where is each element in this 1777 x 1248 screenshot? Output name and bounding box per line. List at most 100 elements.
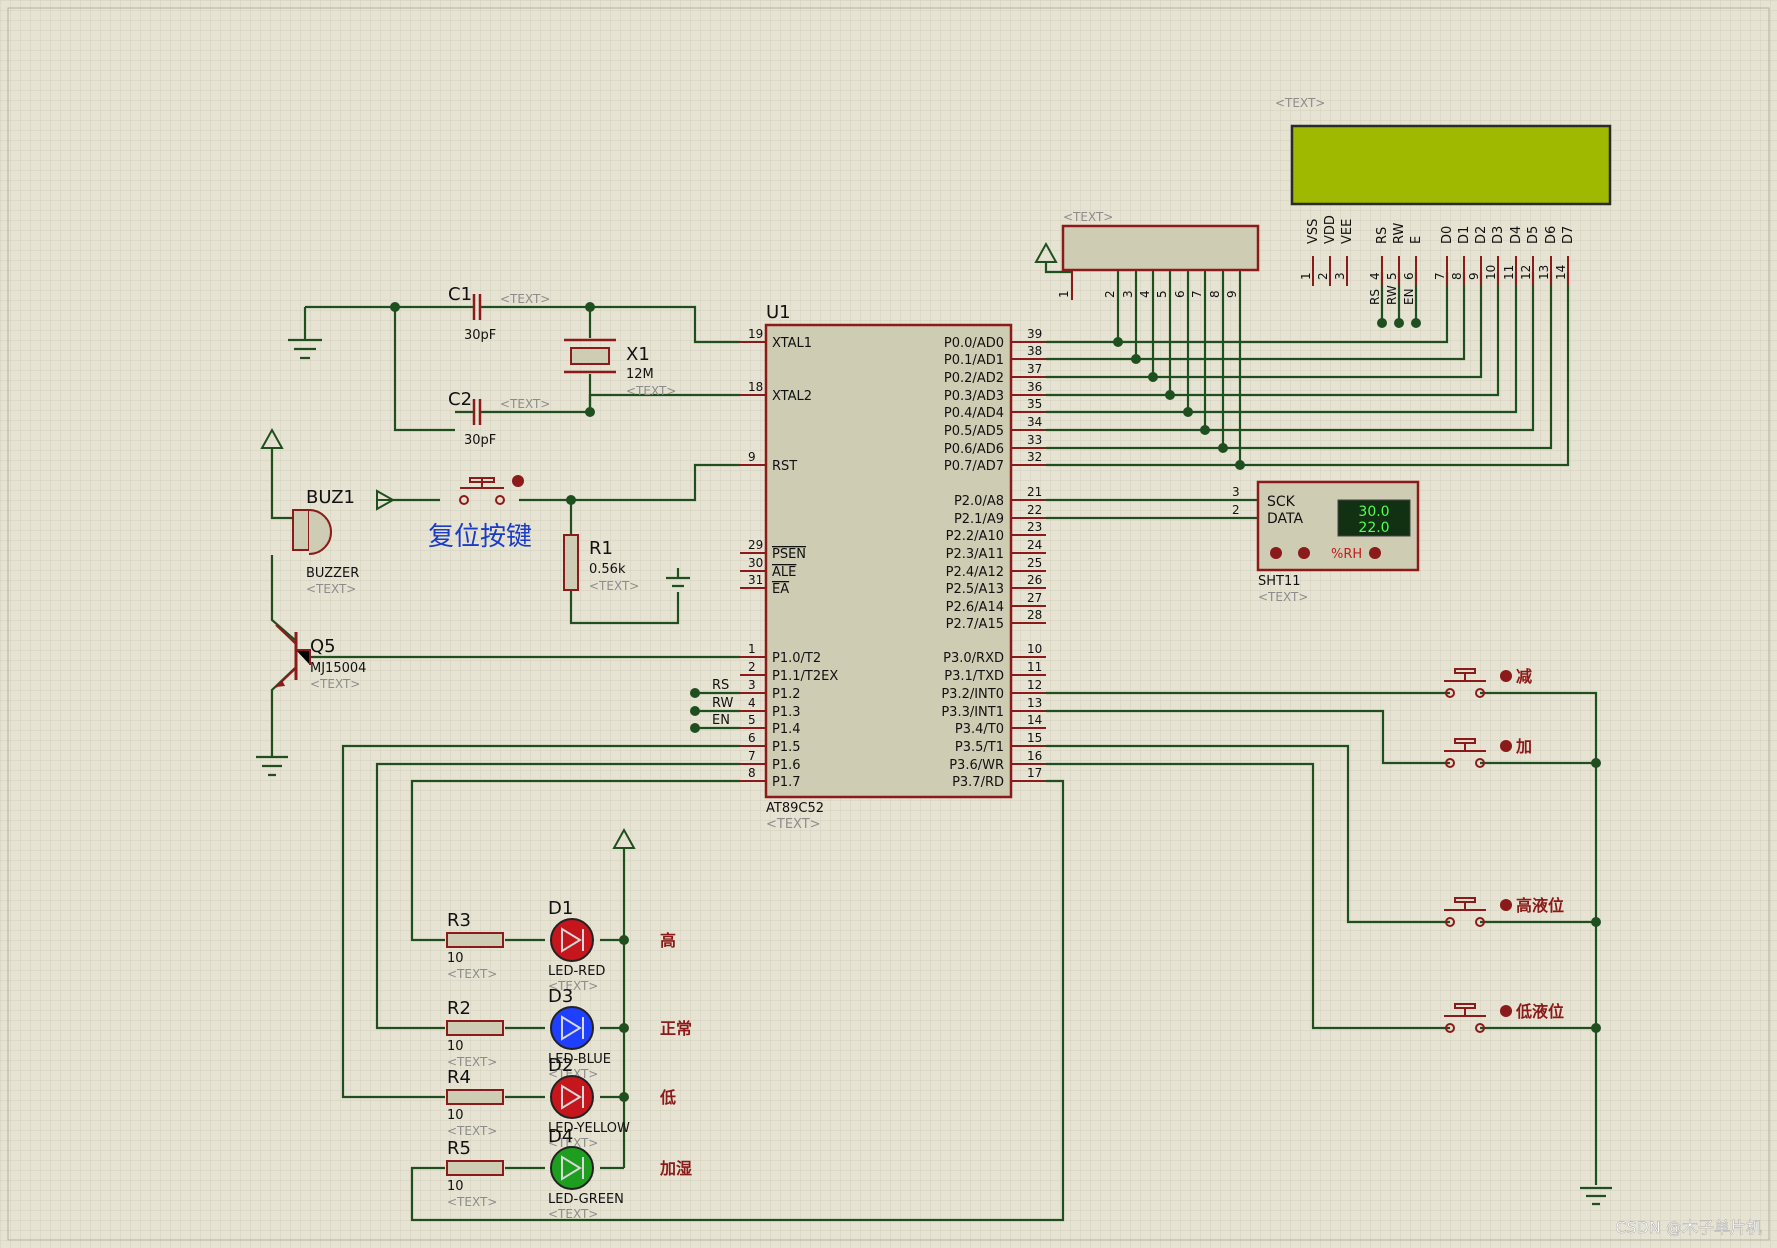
led-resistor-value: 10 [447,1179,464,1194]
lcd-pin-name: RS [1375,227,1390,244]
led-body[interactable] [550,1075,594,1119]
lcd-1602[interactable]: <TEXT> VSS1VDD2VEE3RS4RW5E6D07D18D29D310… [1275,96,1612,305]
mcu-pin-name: P1.3 [772,705,801,720]
mcu-pin-number: 11 [1027,660,1042,674]
mcu-pin-number: 34 [1027,415,1042,429]
mcu-pin-number: 7 [748,749,756,763]
mcu-pin-number: 23 [1027,520,1042,534]
button-state-dot[interactable] [1500,670,1512,682]
pack-pin-number: 1 [1057,290,1071,298]
lcd-pin-number: 1 [1299,272,1313,280]
led-status-label: 正常 [660,1019,692,1038]
c2-placeholder: <TEXT> [500,397,550,411]
mcu-pin-number: 21 [1027,485,1042,499]
lcd-pin-number: 5 [1385,272,1399,280]
mcu-pin-number: 28 [1027,608,1042,622]
mcu-pin-number: 5 [748,713,756,727]
mcu-pin-name: P3.5/T1 [955,740,1004,755]
led-body[interactable] [550,1146,594,1190]
lcd-pin-name: E [1409,236,1424,244]
led-resistor-ref: R4 [447,1067,471,1088]
buz1-placeholder: <TEXT> [306,582,356,596]
led-placeholder: <TEXT> [548,1207,598,1221]
buz1-part: BUZZER [306,566,359,581]
q5-part: MJ15004 [310,661,366,676]
sht11-placeholder: <TEXT> [1258,590,1308,604]
pack-pin-number: 2 [1103,290,1117,298]
led-resistor-placeholder: <TEXT> [447,1195,497,1209]
lcd-pin-name: VSS [1306,219,1321,244]
mcu-pin-number: 26 [1027,573,1042,587]
c2-ref: C2 [448,389,472,410]
sht11-temperature: 30.0 [1358,504,1389,520]
lcd-pin-name: VDD [1323,215,1338,244]
mcu-pin-number: 25 [1027,556,1042,570]
led-status-label: 加湿 [659,1159,692,1178]
mcu-pin-name: P1.7 [772,775,801,790]
sht11-button-2[interactable] [1298,547,1310,559]
mcu-pin-name: P2.5/A13 [946,582,1004,597]
mcu-pin-number: 17 [1027,766,1042,780]
mcu-pin-number: 12 [1027,678,1042,692]
led-resistor[interactable] [446,932,504,948]
led-resistor[interactable] [446,1160,504,1176]
lcd-pin-name: VEE [1340,219,1355,244]
mcu-pin-name: P3.3/INT1 [941,705,1004,720]
mcu-pin-number: 19 [748,327,763,341]
c1-value: 30pF [464,328,496,343]
button-state-dot[interactable] [1500,1005,1512,1017]
button-state-dot[interactable] [1500,740,1512,752]
mcu-pin-name: P3.2/INT0 [941,687,1004,702]
led-body[interactable] [550,918,594,962]
mcu-pin-name: P3.7/RD [952,775,1004,790]
lcd-pin-name: D2 [1474,226,1489,244]
sht11-humidity: 22.0 [1358,520,1389,536]
r1-ref: R1 [589,538,613,559]
reset-label: 复位按键 [428,522,532,552]
mcu-pin-number: 27 [1027,591,1042,605]
mcu-pin-number: 31 [748,573,763,587]
mcu-pin-name: XTAL2 [772,389,812,404]
sht11-button-3[interactable] [1369,547,1381,559]
resistor-pack-body[interactable] [1061,224,1260,272]
lcd-pin-name: D6 [1544,226,1559,244]
sht11-pin-data: DATA [1267,511,1303,527]
mcu-pin-name: PSEN [772,547,806,562]
mcu-pin-number: 37 [1027,362,1042,376]
lcd-pin-number: 6 [1402,272,1416,280]
pack-pin-number: 3 [1121,290,1135,298]
sht11-ref: SHT11 [1258,574,1301,589]
lcd-pin-name: D7 [1561,226,1576,244]
lcd-placeholder: <TEXT> [1275,96,1325,110]
mcu-pin-name: P2.4/A12 [946,565,1004,580]
mcu-pin-name: P3.0/RXD [943,651,1004,666]
mcu-pin-number: 18 [748,380,763,394]
mcu-pin-number: 9 [748,450,756,464]
lcd-pin-name: D5 [1526,226,1541,244]
mcu-pin-number: 13 [1027,696,1042,710]
led-resistor[interactable] [446,1020,504,1036]
mcu-pin-number: 14 [1027,713,1042,727]
lcd-pin-number: 10 [1484,265,1498,280]
button-label: 低液位 [1515,1002,1564,1021]
led-status-label: 低 [659,1088,676,1107]
led-status-label: 高 [660,931,676,950]
mcu-pin-name: P1.5 [772,740,801,755]
q5-placeholder: <TEXT> [310,677,360,691]
led-resistor-ref: R5 [447,1138,471,1159]
led-ref: D1 [548,898,573,919]
mcu-pin-name: RST [772,459,797,474]
x1-ref: X1 [626,344,650,365]
button-state-dot[interactable] [1500,899,1512,911]
lcd-pin-name: RW [1392,222,1407,244]
lcd-pin-name: D1 [1457,226,1472,244]
led-resistor-placeholder: <TEXT> [447,1124,497,1138]
mcu-pin-name: P0.4/AD4 [944,406,1004,421]
led-body[interactable] [550,1006,594,1050]
lcd-pin-number: 13 [1537,265,1551,280]
mcu-pin-number: 8 [748,766,756,780]
sht11-button-1[interactable] [1270,547,1282,559]
lcd-pin-number: 12 [1519,265,1533,280]
led-resistor[interactable] [446,1089,504,1105]
lcd-screen[interactable] [1290,124,1612,206]
